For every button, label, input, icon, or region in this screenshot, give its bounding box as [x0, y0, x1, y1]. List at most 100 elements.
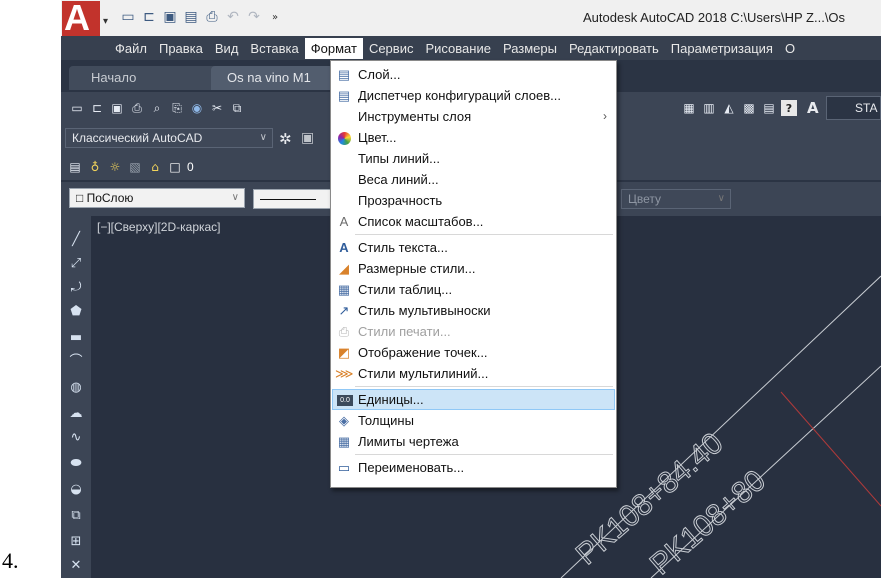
point-icon[interactable]: ✕: [68, 558, 84, 574]
plotstyle-value: Цвету: [628, 192, 662, 206]
menu-item-scale-list[interactable]: A Список масштабов...: [332, 211, 615, 232]
open-icon[interactable]: ⊏: [89, 100, 105, 116]
new-icon[interactable]: ▭: [69, 100, 85, 116]
menu-item-dim-style[interactable]: ◢ Размерные стили...: [332, 258, 615, 279]
save-icon[interactable]: ▣: [160, 8, 180, 26]
sun-icon[interactable]: ☼: [107, 159, 123, 175]
tab-drawing[interactable]: Os na vino M1: [211, 66, 341, 90]
thickness-icon: ◈: [339, 413, 349, 428]
arc-icon[interactable]: ⌒: [68, 354, 84, 370]
make-block-icon[interactable]: ⊞: [68, 534, 84, 550]
polyline-icon[interactable]: ⤾: [68, 280, 84, 296]
menu-tools[interactable]: Сервис: [363, 38, 420, 59]
viewport-freeze-icon[interactable]: ▧: [127, 159, 143, 175]
style-dropdown[interactable]: STA: [826, 96, 881, 120]
layer-color-swatch-icon[interactable]: □: [167, 159, 183, 175]
preview-icon[interactable]: ⌕: [149, 100, 165, 116]
menu-separator: [355, 454, 613, 455]
menu-item-table-style[interactable]: ▦ Стили таблиц...: [332, 279, 615, 300]
redo-icon[interactable]: ↷: [244, 8, 264, 26]
markup-icon[interactable]: ◭: [721, 100, 737, 116]
gear-icon[interactable]: ✲: [279, 130, 292, 148]
menu-item-mline-style[interactable]: ⋙ Стили мультилиний...: [332, 363, 615, 384]
menu-item-mleader-style[interactable]: ↗ Стиль мультивыноски: [332, 300, 615, 321]
revcloud-icon[interactable]: ☁: [68, 406, 84, 422]
layer-states-icon: ▤: [337, 88, 351, 103]
linetype-select[interactable]: [253, 189, 333, 209]
plot-style-icon: ⎙: [338, 324, 350, 339]
construction-line-icon[interactable]: ⤢: [68, 256, 84, 272]
plot-icon[interactable]: ⎙: [129, 100, 145, 116]
menu-insert[interactable]: Вставка: [244, 38, 304, 59]
lock-icon[interactable]: ⌂: [147, 159, 163, 175]
window-title: Autodesk AutoCAD 2018 C:\Users\HP Z...\O…: [583, 10, 846, 25]
insert-block-icon[interactable]: ⧉: [68, 508, 84, 524]
layer-properties-icon[interactable]: ▤: [67, 159, 83, 175]
more-icon[interactable]: »: [265, 8, 285, 26]
menu-draw[interactable]: Рисование: [419, 38, 496, 59]
color-select[interactable]: □ ПоСлою ∨: [69, 188, 245, 208]
menu-item-units[interactable]: 0.0 Единицы...: [332, 389, 615, 410]
ellipse-icon[interactable]: ⬬: [68, 456, 84, 472]
help-icon[interactable]: ?: [781, 100, 797, 116]
table-icon[interactable]: ▦: [681, 100, 697, 116]
circle-icon[interactable]: ◍: [68, 380, 84, 396]
menu-item-thickness[interactable]: ◈ Толщины: [332, 410, 615, 431]
publish-icon[interactable]: ⎘: [169, 100, 185, 116]
color-value: ПоСлою: [86, 191, 134, 205]
menu-format[interactable]: Формат: [304, 37, 363, 59]
rectangle-icon[interactable]: ▬: [68, 330, 84, 346]
menu-item-layer[interactable]: ▤ Слой...: [332, 64, 615, 85]
logo-letter: A: [64, 0, 90, 38]
polygon-icon[interactable]: ⬟: [68, 304, 84, 320]
title-bar: A ▾ ▭ ⊏ ▣ ▤ ⎙ ↶ ↷ » Autodesk AutoCAD 201…: [61, 0, 881, 39]
menu-item-color[interactable]: Цвет...: [332, 127, 615, 148]
new-icon[interactable]: ▭: [118, 8, 138, 26]
menu-item-point-style[interactable]: ◩ Отображение точек...: [332, 342, 615, 363]
ellipse-arc-icon[interactable]: ◒: [68, 482, 84, 498]
menu-item-transparency[interactable]: Прозрачность: [332, 190, 615, 211]
menu-item-label: Инструменты слоя: [358, 109, 472, 124]
menu-view[interactable]: Вид: [209, 38, 245, 59]
menu-item-layer-states[interactable]: ▤ Диспетчер конфигураций слоев...: [332, 85, 615, 106]
application-menu-button[interactable]: A ▾: [62, 0, 112, 39]
tab-start[interactable]: Начало: [69, 66, 227, 90]
plot-icon[interactable]: ⎙: [202, 8, 222, 26]
menu-edit[interactable]: Правка: [153, 38, 209, 59]
line-icon[interactable]: ╱: [68, 232, 84, 248]
menu-item-label: Цвет...: [358, 130, 397, 145]
quickcalc-icon[interactable]: ▤: [761, 100, 777, 116]
menu-item-drawing-limits[interactable]: ▦ Лимиты чертежа: [332, 431, 615, 452]
menu-file[interactable]: Файл: [109, 38, 153, 59]
open-icon[interactable]: ⊏: [139, 8, 159, 26]
bulb-icon[interactable]: ♁: [87, 159, 103, 175]
cut-icon[interactable]: ✂: [209, 100, 225, 116]
save-icon[interactable]: ▣: [109, 100, 125, 116]
plotstyle-select[interactable]: Цвету ∨: [621, 189, 731, 209]
text-style-icon[interactable]: A: [807, 99, 825, 117]
sheet-icon[interactable]: ▩: [741, 100, 757, 116]
menu-parametric[interactable]: Параметризация: [665, 38, 779, 59]
menu-item-rename[interactable]: ▭ Переименовать...: [332, 457, 615, 478]
menu-item-text-style[interactable]: A Стиль текста...: [332, 237, 615, 258]
workspace-select[interactable]: Классический AutoCAD ∨: [65, 128, 273, 148]
save-as-icon[interactable]: ▤: [181, 8, 201, 26]
spline-icon[interactable]: ∿: [68, 430, 84, 446]
mleader-style-icon: ↗: [338, 303, 350, 318]
menu-dimension[interactable]: Размеры: [497, 38, 563, 59]
menu-bar: Файл Правка Вид Вставка Формат Сервис Ри…: [61, 36, 881, 60]
layer-name[interactable]: 0: [187, 160, 194, 174]
copy-icon[interactable]: ⧉: [229, 100, 245, 116]
globe-icon[interactable]: ◉: [189, 100, 205, 116]
menu-item-layer-tools[interactable]: Инструменты слоя ›: [332, 106, 615, 127]
menu-item-lineweights[interactable]: Веса линий...: [332, 169, 615, 190]
workspace-settings-icon[interactable]: ▣: [301, 130, 314, 146]
calc-icon[interactable]: ▥: [701, 100, 717, 116]
menu-item-linetypes[interactable]: Типы линий...: [332, 148, 615, 169]
menu-modify[interactable]: Редактировать: [563, 38, 665, 59]
undo-icon[interactable]: ↶: [223, 8, 243, 26]
menu-item-label: Стили печати...: [358, 324, 451, 339]
chevron-down-icon: ∨: [259, 132, 267, 143]
menu-more[interactable]: О: [779, 38, 801, 59]
viewport-controls[interactable]: [−][Сверху][2D-каркас]: [97, 220, 221, 234]
